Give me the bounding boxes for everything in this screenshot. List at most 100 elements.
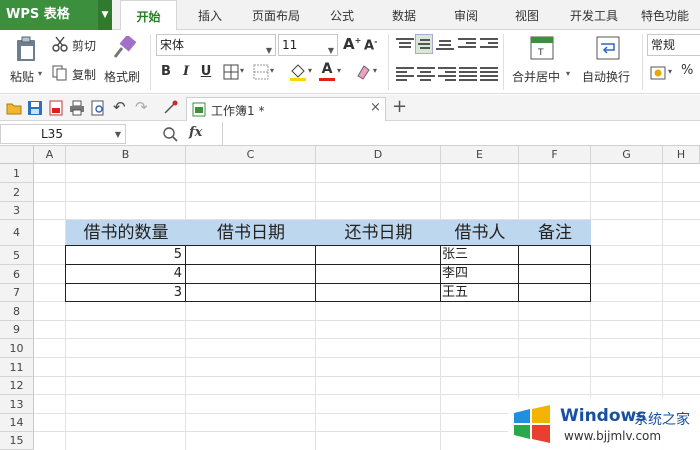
name-box[interactable]: L35 ▼: [0, 124, 126, 144]
save-icon[interactable]: [27, 100, 43, 116]
column-header-e[interactable]: E: [441, 146, 519, 164]
column-header-a[interactable]: A: [34, 146, 66, 164]
font-name-select[interactable]: 宋体 ▼: [156, 34, 276, 56]
wrap-text-button[interactable]: 自动换行: [580, 34, 636, 90]
paste-button[interactable]: 粘贴 ▾: [10, 34, 44, 90]
cell-borrow-date[interactable]: [186, 284, 315, 301]
row-header-4[interactable]: 4: [0, 220, 34, 246]
app-menu-dropdown-icon[interactable]: ▼: [98, 0, 112, 30]
align-top-icon[interactable]: [396, 36, 414, 52]
copy-button[interactable]: 复制: [52, 64, 100, 82]
cell-borrower[interactable]: 王五: [442, 284, 518, 301]
clear-format-icon[interactable]: [354, 63, 372, 81]
row-header-1[interactable]: 1: [0, 164, 34, 183]
zoom-formula-icon[interactable]: [162, 126, 178, 142]
font-size-select[interactable]: 11 ▼: [278, 34, 338, 56]
tab-formulas[interactable]: 公式: [318, 0, 366, 30]
cell-return-date[interactable]: [316, 265, 440, 283]
cell-borrower[interactable]: 李四: [442, 265, 518, 283]
header-cell-borrower[interactable]: 借书人: [441, 220, 519, 246]
header-cell-borrow-date[interactable]: 借书日期: [186, 220, 316, 246]
underline-button[interactable]: U: [197, 62, 215, 82]
header-cell-note[interactable]: 备注: [519, 220, 591, 246]
chevron-down-icon[interactable]: ▾: [337, 66, 341, 75]
row-header-10[interactable]: 10: [0, 339, 34, 358]
header-cell-quantity[interactable]: 借书的数量: [66, 220, 186, 246]
row-header-5[interactable]: 5: [0, 246, 34, 265]
cell-return-date[interactable]: [316, 284, 440, 301]
increase-font-size-icon[interactable]: A+: [343, 35, 361, 53]
column-header-d[interactable]: D: [316, 146, 441, 164]
cell-note[interactable]: [519, 265, 590, 283]
document-tab[interactable]: 工作簿1 * ×: [186, 97, 386, 121]
cell-quantity[interactable]: 4: [66, 265, 184, 283]
cell-note[interactable]: [519, 246, 590, 264]
chevron-down-icon[interactable]: ▾: [270, 66, 274, 75]
tab-view[interactable]: 视图: [503, 0, 551, 30]
font-color-icon[interactable]: A: [319, 61, 335, 81]
undo-icon[interactable]: ↶: [113, 98, 126, 116]
row-header-7[interactable]: 7: [0, 284, 34, 302]
cell-note[interactable]: [519, 284, 590, 301]
print-icon[interactable]: [69, 100, 85, 116]
tab-data[interactable]: 数据: [380, 0, 428, 30]
row-header-15[interactable]: 15: [0, 432, 34, 450]
fill-color-icon[interactable]: [289, 63, 307, 81]
chevron-down-icon[interactable]: ▾: [668, 67, 672, 76]
cell-quantity[interactable]: 5: [66, 246, 184, 264]
row-header-3[interactable]: 3: [0, 202, 34, 220]
align-left-icon[interactable]: [396, 65, 414, 81]
column-header-f[interactable]: F: [519, 146, 591, 164]
tab-home[interactable]: 开始: [120, 0, 177, 31]
tab-developer[interactable]: 开发工具: [562, 0, 626, 30]
row-header-11[interactable]: 11: [0, 358, 34, 377]
row-header-6[interactable]: 6: [0, 265, 34, 284]
row-header-2[interactable]: 2: [0, 183, 34, 202]
insert-function-button[interactable]: fx: [189, 125, 202, 140]
align-center-icon[interactable]: [417, 65, 435, 81]
chevron-down-icon[interactable]: ▾: [373, 66, 377, 75]
paste-dropdown-icon[interactable]: ▾: [38, 69, 42, 78]
select-all-corner[interactable]: [0, 146, 34, 164]
borders-icon[interactable]: [223, 64, 239, 80]
row-header-14[interactable]: 14: [0, 414, 34, 432]
column-header-h[interactable]: H: [663, 146, 700, 164]
row-header-9[interactable]: 9: [0, 321, 34, 339]
decrease-font-size-icon[interactable]: A-: [364, 37, 377, 53]
tab-insert[interactable]: 插入: [185, 0, 235, 30]
app-menu-button[interactable]: WPS 表格: [0, 0, 98, 30]
open-folder-icon[interactable]: [6, 100, 22, 116]
print-preview-icon[interactable]: [90, 100, 106, 116]
tab-special-features[interactable]: 特色功能: [634, 0, 696, 30]
cell-quantity[interactable]: 3: [66, 284, 184, 301]
column-header-b[interactable]: B: [66, 146, 186, 164]
justify-icon[interactable]: [459, 65, 477, 81]
cell-style-icon[interactable]: [253, 64, 269, 80]
tab-review[interactable]: 审阅: [442, 0, 490, 30]
chevron-down-icon[interactable]: ▾: [240, 66, 244, 75]
number-format-select[interactable]: 常规: [647, 34, 700, 56]
export-pdf-icon[interactable]: [48, 100, 64, 116]
bold-button[interactable]: B: [157, 62, 175, 82]
cell-return-date[interactable]: [316, 246, 440, 264]
row-header-8[interactable]: 8: [0, 302, 34, 321]
percent-button[interactable]: %: [681, 63, 693, 78]
italic-button[interactable]: I: [177, 62, 195, 82]
cell-borrow-date[interactable]: [186, 246, 315, 264]
decrease-indent-icon[interactable]: [458, 36, 476, 52]
currency-icon[interactable]: [650, 64, 668, 82]
align-middle-icon[interactable]: [415, 34, 433, 54]
close-icon[interactable]: ×: [370, 100, 381, 115]
customize-toolbar-icon[interactable]: [162, 99, 180, 117]
format-painter-button[interactable]: 格式刷: [104, 34, 144, 90]
column-header-c[interactable]: C: [186, 146, 316, 164]
row-header-12[interactable]: 12: [0, 377, 34, 395]
cut-button[interactable]: 剪切: [52, 35, 100, 53]
column-header-g[interactable]: G: [591, 146, 663, 164]
merge-center-button[interactable]: T 合并居中 ▾: [512, 34, 574, 90]
cell-borrow-date[interactable]: [186, 265, 315, 283]
cell-borrower[interactable]: 张三: [442, 246, 518, 264]
new-tab-button[interactable]: +: [392, 97, 407, 117]
redo-icon[interactable]: ↷: [135, 98, 148, 116]
align-bottom-icon[interactable]: [436, 38, 454, 54]
